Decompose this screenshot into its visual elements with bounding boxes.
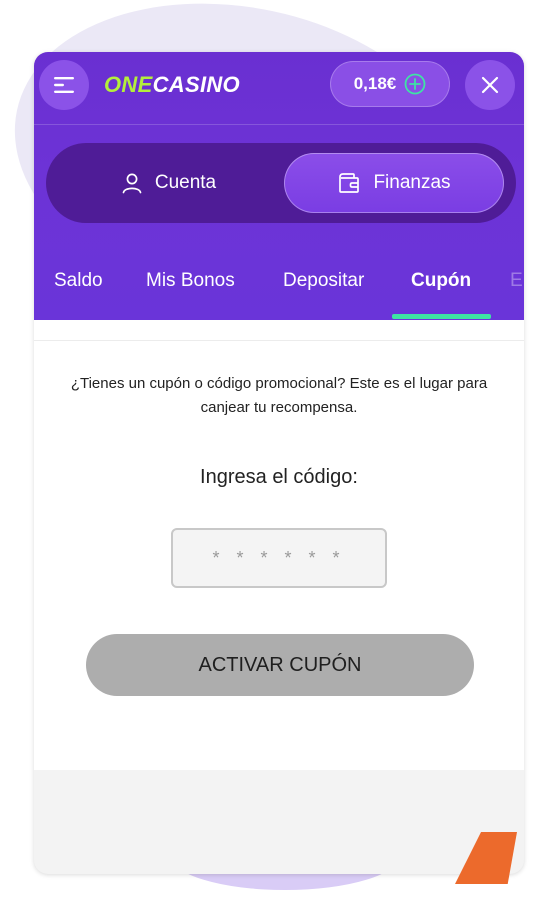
wallet-icon	[339, 173, 360, 193]
header-divider	[34, 124, 524, 125]
plus-circle-icon[interactable]	[404, 73, 426, 95]
coupon-description: ¿Tienes un cupón o código promocional? E…	[70, 375, 488, 416]
segment-finanzas-label: Finanzas	[373, 172, 451, 193]
logo: ONECASINO	[104, 72, 240, 98]
tab-depositar[interactable]: Depositar	[283, 270, 364, 292]
finance-tabs: Saldo Mis Bonos Depositar Cupón E	[34, 262, 524, 320]
logo-highlight: NE	[121, 72, 153, 97]
close-button[interactable]	[465, 60, 515, 110]
logo-rest: CASINO	[152, 72, 240, 97]
close-icon	[481, 76, 499, 94]
tab-partial[interactable]: E	[510, 270, 523, 292]
tab-saldo[interactable]: Saldo	[54, 270, 103, 292]
tab-mis-bonos[interactable]: Mis Bonos	[146, 270, 235, 292]
user-icon	[122, 173, 142, 194]
header: ONECASINO 0,18€ Cuenta Finanzas Saldo Mi…	[34, 52, 524, 320]
segment-finanzas[interactable]: Finanzas	[284, 153, 504, 213]
account-segmented-control: Cuenta Finanzas	[46, 143, 516, 223]
coupon-code-input[interactable]	[171, 528, 387, 588]
tab-cupon[interactable]: Cupón	[411, 270, 471, 292]
balance-amount: 0,18€	[353, 74, 397, 93]
code-label: Ingresa el código:	[200, 466, 358, 488]
app-card: ONECASINO 0,18€ Cuenta Finanzas Saldo Mi…	[34, 52, 524, 874]
active-tab-indicator	[392, 314, 491, 319]
menu-button[interactable]	[39, 60, 89, 110]
coupon-panel: ¿Tienes un cupón o código promocional? E…	[34, 320, 524, 770]
activate-coupon-button[interactable]: ACTIVAR CUPÓN	[86, 634, 474, 696]
logo-prefix: O	[104, 72, 122, 97]
menu-icon	[54, 77, 74, 93]
balance-button[interactable]: 0,18€	[330, 61, 450, 107]
activate-coupon-label: ACTIVAR CUPÓN	[198, 653, 362, 676]
segment-cuenta[interactable]: Cuenta	[56, 153, 281, 213]
content-divider	[34, 340, 524, 341]
segment-cuenta-label: Cuenta	[154, 172, 217, 193]
